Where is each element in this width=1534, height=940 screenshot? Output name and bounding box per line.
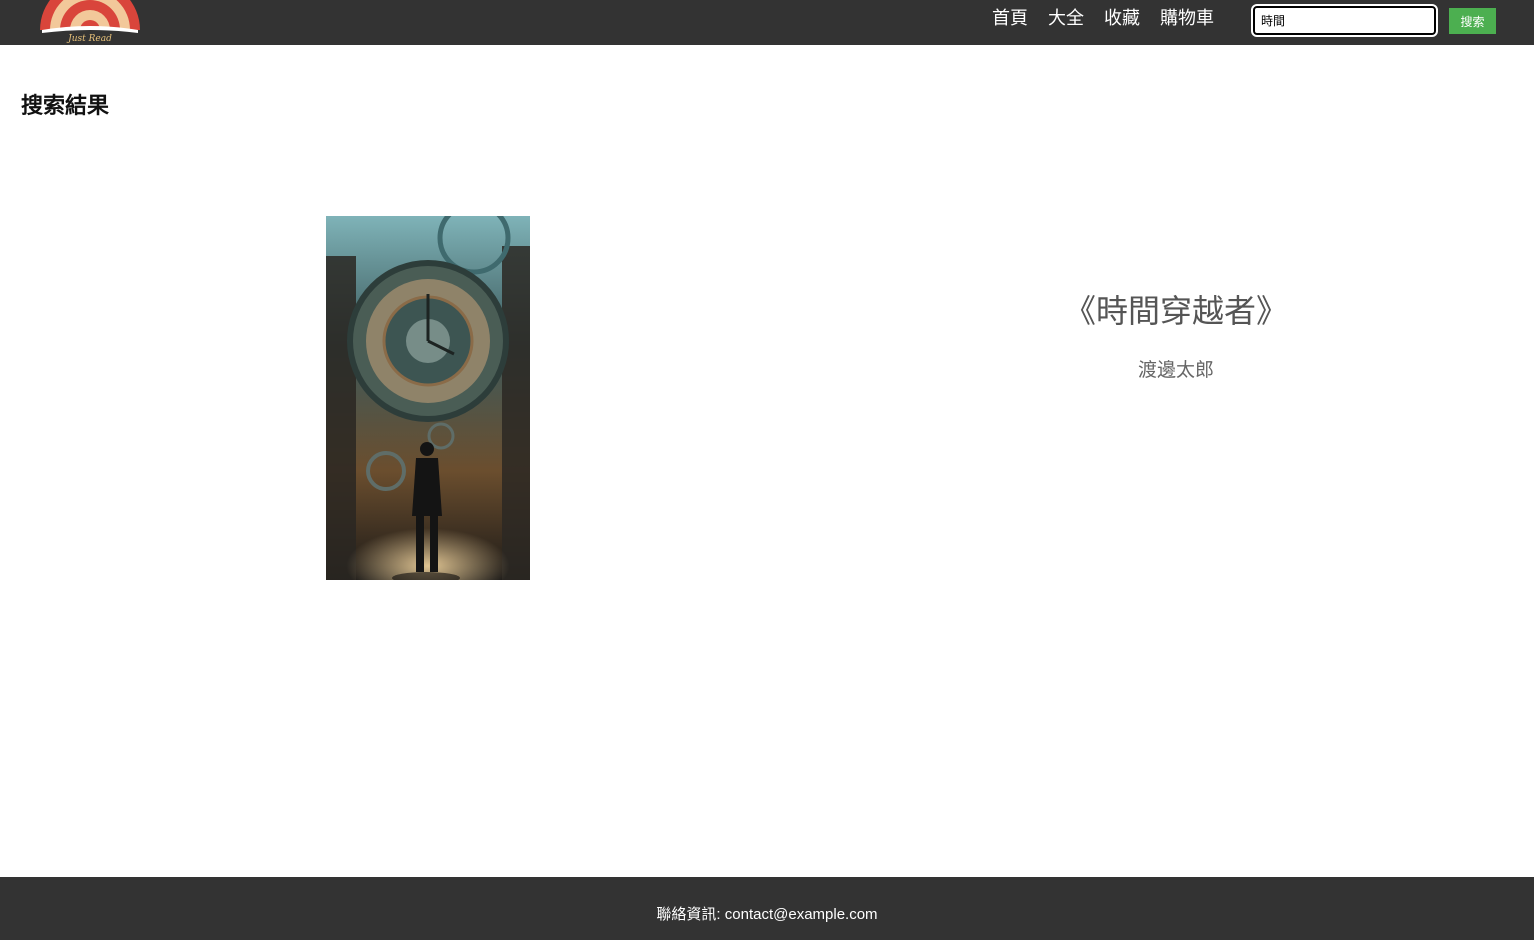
search-input[interactable] xyxy=(1251,4,1438,37)
nav-favorites[interactable]: 收藏 xyxy=(1104,8,1140,30)
clock-traveler-cover-icon xyxy=(326,216,530,580)
top-navbar: Just Read 首頁 大全 收藏 購物車 搜索 xyxy=(0,0,1534,45)
nav-catalog[interactable]: 大全 xyxy=(1048,8,1084,30)
main-nav: 首頁 大全 收藏 購物車 xyxy=(992,8,1214,30)
footer: 聯絡資訊: contact@example.com xyxy=(0,877,1534,940)
search-button[interactable]: 搜索 xyxy=(1449,8,1496,34)
book-title[interactable]: 《時間穿越者》 xyxy=(1000,286,1352,332)
nav-cart[interactable]: 購物車 xyxy=(1160,8,1214,30)
site-logo[interactable]: Just Read xyxy=(38,0,142,45)
book-cover-image[interactable] xyxy=(326,216,530,580)
page-title: 搜索結果 xyxy=(21,94,110,119)
footer-contact: 聯絡資訊: contact@example.com xyxy=(656,906,878,923)
nav-home[interactable]: 首頁 xyxy=(992,8,1028,30)
book-author: 渡邊太郎 xyxy=(1137,359,1214,381)
logo-text: Just Read xyxy=(66,34,112,44)
